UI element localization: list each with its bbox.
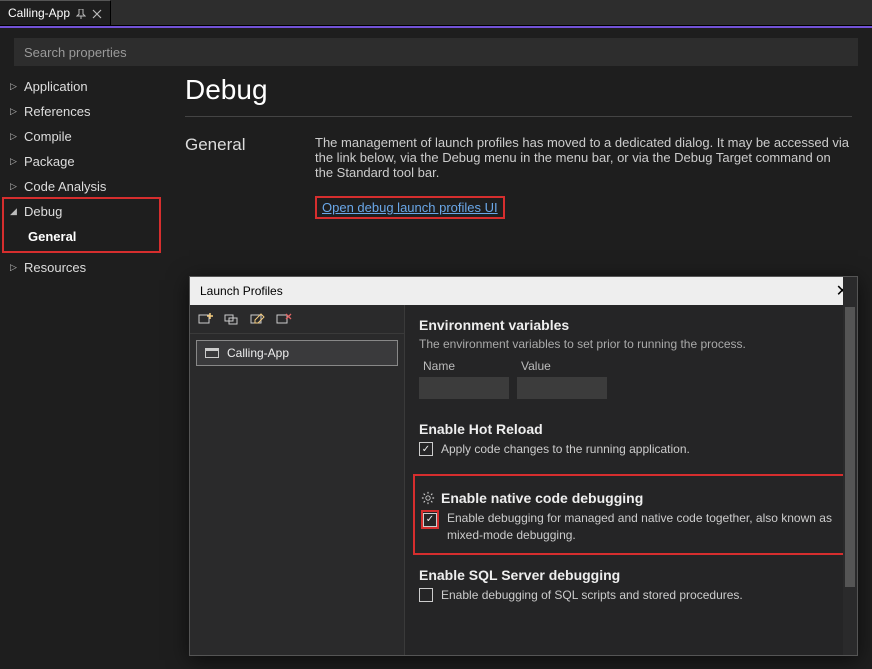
native-label: Enable debugging for managed and native …	[447, 510, 837, 544]
highlight-link: Open debug launch profiles UI	[315, 196, 505, 219]
hotreload-checkbox[interactable]: ✓	[419, 442, 433, 456]
sidebar-item-references[interactable]: ▷ References	[6, 99, 159, 124]
native-heading-text: Enable native code debugging	[441, 490, 643, 506]
rename-profile-icon[interactable]	[250, 311, 266, 327]
dialog-content: Environment variables The environment va…	[405, 305, 857, 655]
open-launch-profiles-link[interactable]: Open debug launch profiles UI	[320, 199, 500, 216]
sidebar-item-application[interactable]: ▷ Application	[6, 74, 159, 99]
sidebar-item-label: General	[28, 229, 76, 244]
sidebar-item-package[interactable]: ▷ Package	[6, 149, 159, 174]
profile-item-calling-app[interactable]: Calling-App	[196, 340, 398, 366]
duplicate-profile-icon[interactable]	[224, 311, 240, 327]
sidebar-item-debug[interactable]: ◢ Debug	[6, 199, 157, 224]
env-value-input[interactable]	[517, 377, 607, 399]
accent-bar	[0, 26, 872, 28]
new-profile-icon[interactable]	[198, 311, 214, 327]
sidebar-item-debug-general[interactable]: General	[6, 224, 157, 249]
search-placeholder: Search properties	[24, 45, 127, 60]
sql-checkbox[interactable]	[419, 588, 433, 602]
chevron-right-icon: ▷	[10, 156, 20, 167]
gear-icon	[421, 491, 435, 505]
delete-profile-icon[interactable]	[276, 311, 292, 327]
sql-heading: Enable SQL Server debugging	[419, 567, 843, 583]
sidebar: ▷ Application ▷ References ▷ Compile ▷ P…	[0, 70, 165, 669]
tab-title: Calling-App	[8, 6, 70, 20]
dialog-title-text: Launch Profiles	[200, 284, 283, 298]
dialog-sidebar: Calling-App	[190, 305, 405, 655]
highlight-native: Enable native code debugging ✓ Enable de…	[413, 474, 849, 556]
sql-label: Enable debugging of SQL scripts and stor…	[441, 587, 743, 604]
highlight-native-checkbox: ✓	[421, 510, 439, 529]
sidebar-item-label: Resources	[24, 260, 86, 275]
tab-calling-app[interactable]: Calling-App	[0, 0, 111, 25]
dialog-body: Calling-App Environment variables The en…	[190, 305, 857, 655]
chevron-right-icon: ▷	[10, 131, 20, 142]
sidebar-item-label: Code Analysis	[24, 179, 106, 194]
pin-icon[interactable]	[76, 8, 86, 18]
search-input[interactable]: Search properties	[14, 38, 858, 66]
native-heading: Enable native code debugging	[421, 490, 837, 506]
sidebar-item-label: Debug	[24, 204, 62, 219]
env-vars-heading: Environment variables	[419, 317, 843, 333]
sidebar-item-label: Application	[24, 79, 88, 94]
env-value-label: Value	[517, 359, 607, 373]
env-vars-desc: The environment variables to set prior t…	[419, 337, 843, 351]
dialog-titlebar[interactable]: Launch Profiles ✕	[190, 277, 857, 305]
scrollbar-thumb[interactable]	[845, 307, 855, 587]
page-title: Debug	[185, 74, 852, 106]
sidebar-item-label: Compile	[24, 129, 72, 144]
tab-bar: Calling-App	[0, 0, 872, 26]
env-name-input[interactable]	[419, 377, 509, 399]
chevron-right-icon: ▷	[10, 262, 20, 273]
highlight-debug-nav: ◢ Debug General	[2, 197, 161, 253]
sidebar-item-code-analysis[interactable]: ▷ Code Analysis	[6, 174, 159, 199]
window-icon	[205, 348, 219, 358]
chevron-right-icon: ▷	[10, 181, 20, 192]
native-checkbox[interactable]: ✓	[423, 513, 437, 527]
hotreload-heading: Enable Hot Reload	[419, 421, 843, 437]
divider	[185, 116, 852, 117]
launch-profiles-dialog: Launch Profiles ✕ Calling-App	[189, 276, 858, 656]
hotreload-label: Apply code changes to the running applic…	[441, 441, 690, 458]
chevron-right-icon: ▷	[10, 106, 20, 117]
chevron-down-icon: ◢	[10, 206, 20, 217]
env-name-label: Name	[419, 359, 509, 373]
sidebar-item-resources[interactable]: ▷ Resources	[6, 255, 159, 280]
profile-toolbar	[190, 305, 404, 334]
sidebar-item-label: Package	[24, 154, 75, 169]
sidebar-item-label: References	[24, 104, 90, 119]
sidebar-item-compile[interactable]: ▷ Compile	[6, 124, 159, 149]
scrollbar[interactable]	[843, 305, 857, 655]
close-icon[interactable]	[92, 8, 102, 18]
section-label-general: General	[185, 135, 315, 219]
general-description: The management of launch profiles has mo…	[315, 135, 852, 180]
profile-item-label: Calling-App	[227, 346, 289, 360]
chevron-right-icon: ▷	[10, 81, 20, 92]
